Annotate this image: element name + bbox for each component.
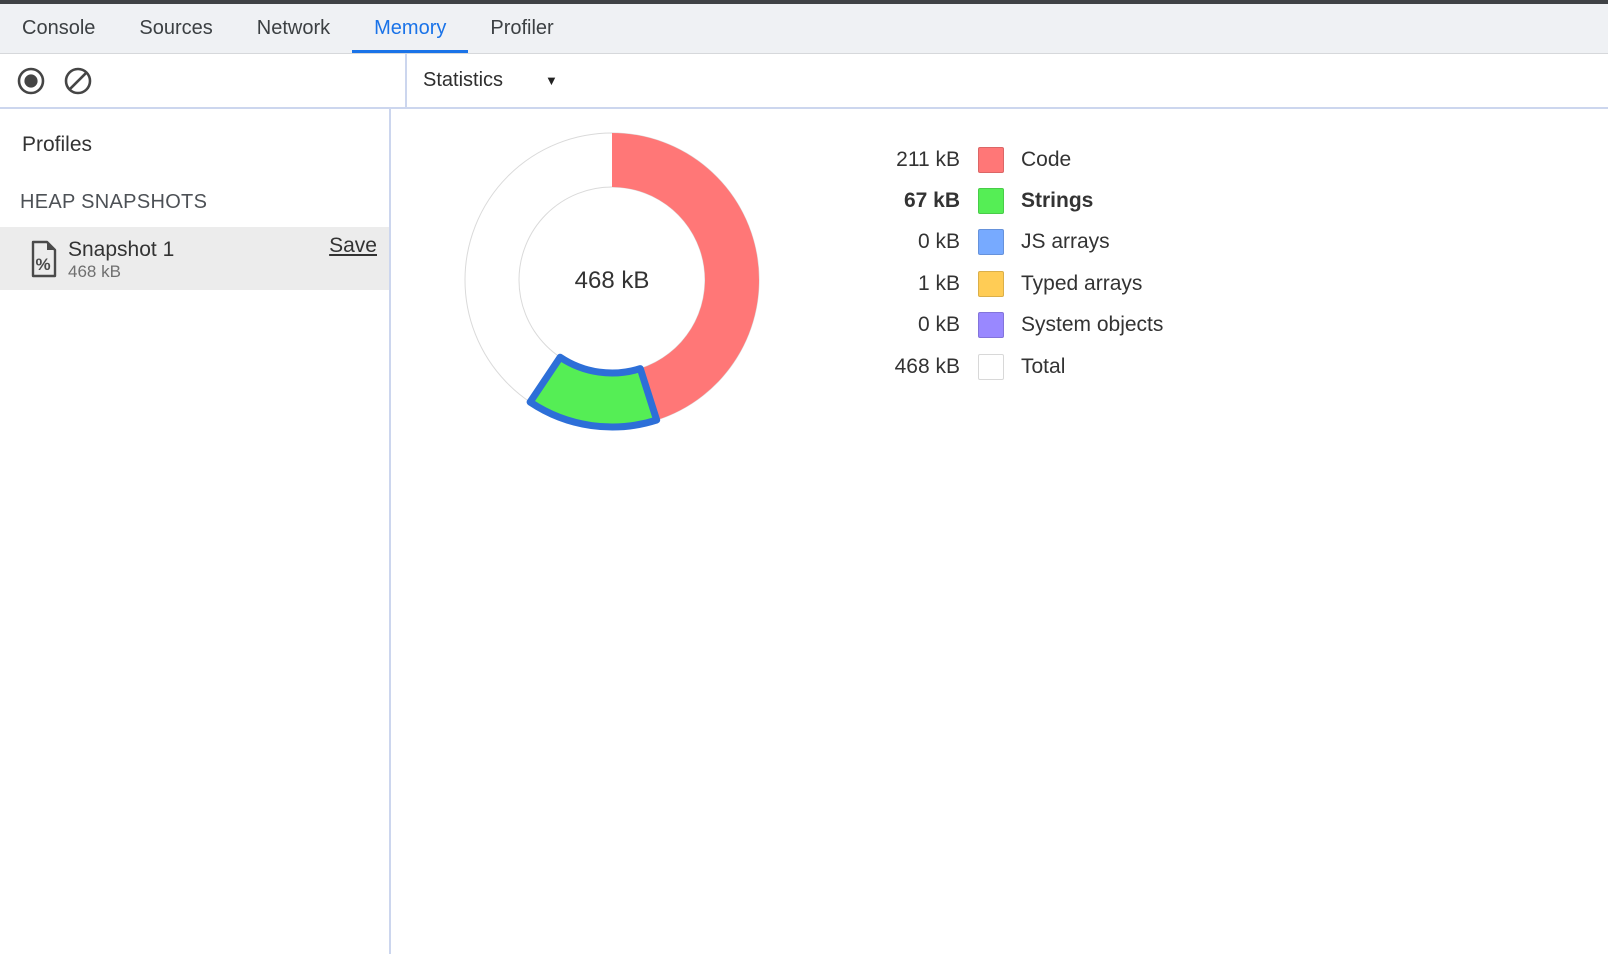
heap-statistics-donut-chart[interactable]: 468 kB <box>447 115 777 445</box>
perspective-dropdown[interactable]: Statistics ▼ <box>423 69 558 92</box>
tab-profiler[interactable]: Profiler <box>468 4 575 53</box>
legend-label: Strings <box>1021 189 1093 213</box>
legend-label: Total <box>1021 355 1065 379</box>
tab-label: Sources <box>139 17 212 40</box>
tab-console[interactable]: Console <box>0 4 117 53</box>
snapshot-size: 468 kB <box>68 262 329 281</box>
legend-swatch <box>978 354 1004 380</box>
profiler-controls-toolbar <box>0 54 407 107</box>
devtools-body: Profiles HEAP SNAPSHOTS % Snapshot 1 468… <box>0 109 1608 954</box>
profiles-sidebar: Profiles HEAP SNAPSHOTS % Snapshot 1 468… <box>0 109 391 954</box>
legend-value: 468 kB <box>845 355 960 379</box>
legend-swatch <box>978 188 1004 214</box>
record-icon <box>16 66 46 96</box>
snapshot-name: Snapshot 1 <box>68 237 329 262</box>
tab-network[interactable]: Network <box>235 4 352 53</box>
chevron-down-icon: ▼ <box>545 74 558 87</box>
legend-value: 67 kB <box>845 189 960 213</box>
devtools-tabbar: Console Sources Network Memory Profiler <box>0 4 1608 54</box>
legend-label: System objects <box>1021 313 1163 337</box>
statistics-view-toolbar: Statistics ▼ <box>407 54 1608 107</box>
chart-legend: 211 kB Code 67 kB Strings 0 kB JS arrays… <box>845 139 1163 387</box>
snapshot-list-item[interactable]: % Snapshot 1 468 kB Save <box>0 227 389 290</box>
donut-slice-strings[interactable] <box>530 357 657 427</box>
legend-row-typed-arrays[interactable]: 1 kB Typed arrays <box>845 263 1163 304</box>
toolbar: Statistics ▼ <box>0 54 1608 109</box>
legend-value: 211 kB <box>845 148 960 172</box>
snapshot-text: Snapshot 1 468 kB <box>68 237 329 281</box>
legend-label: Typed arrays <box>1021 272 1142 296</box>
legend-swatch <box>978 147 1004 173</box>
legend-swatch <box>978 312 1004 338</box>
tab-sources[interactable]: Sources <box>117 4 234 53</box>
legend-swatch <box>978 229 1004 255</box>
legend-row-strings[interactable]: 67 kB Strings <box>845 180 1163 221</box>
legend-value: 0 kB <box>845 230 960 254</box>
legend-label: JS arrays <box>1021 230 1110 254</box>
save-link[interactable]: Save <box>329 234 377 258</box>
record-button[interactable] <box>16 66 46 96</box>
donut-center-label: 468 kB <box>575 267 650 294</box>
tab-label: Memory <box>374 17 446 40</box>
legend-swatch <box>978 271 1004 297</box>
legend-row-code[interactable]: 211 kB Code <box>845 139 1163 180</box>
perspective-selected-label: Statistics <box>423 69 503 92</box>
tab-memory[interactable]: Memory <box>352 4 468 53</box>
heap-snapshots-section-title: HEAP SNAPSHOTS <box>20 191 389 214</box>
statistics-view: 468 kB 211 kB Code 67 kB Strings 0 kB JS… <box>391 109 1608 954</box>
heap-snapshot-file-icon: % <box>30 240 58 278</box>
legend-row-total[interactable]: 468 kB Total <box>845 346 1163 387</box>
tab-label: Network <box>257 17 330 40</box>
clear-button[interactable] <box>63 66 93 96</box>
legend-row-js-arrays[interactable]: 0 kB JS arrays <box>845 222 1163 263</box>
tab-label: Profiler <box>490 17 553 40</box>
legend-value: 1 kB <box>845 272 960 296</box>
legend-row-system-objects[interactable]: 0 kB System objects <box>845 305 1163 346</box>
legend-value: 0 kB <box>845 313 960 337</box>
clear-icon <box>63 66 93 96</box>
legend-label: Code <box>1021 148 1071 172</box>
tab-label: Console <box>22 17 95 40</box>
svg-text:%: % <box>35 255 50 274</box>
profiles-title: Profiles <box>22 133 389 157</box>
